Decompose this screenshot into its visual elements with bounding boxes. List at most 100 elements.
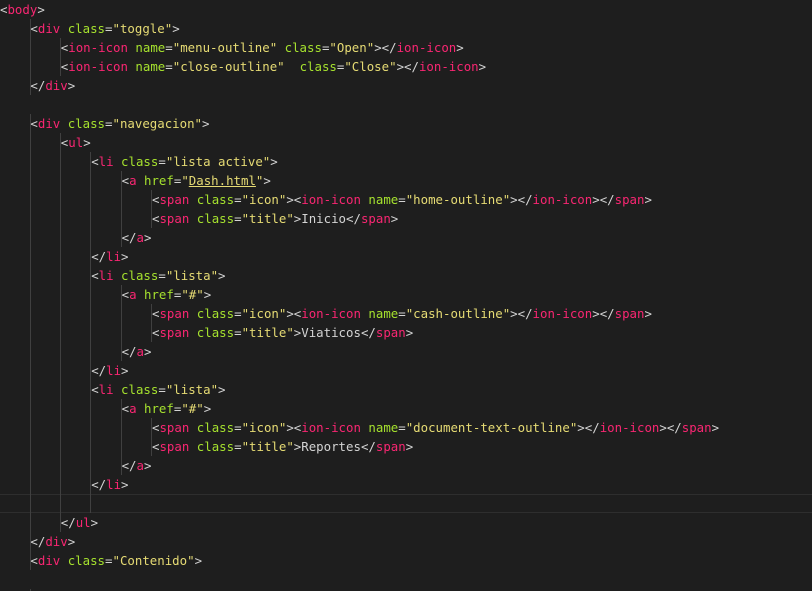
tag-name: li	[98, 154, 114, 169]
punctuation: ><	[286, 420, 302, 435]
tag-name: span	[159, 192, 190, 207]
punctuation	[189, 420, 196, 435]
punctuation: >	[263, 173, 271, 188]
indent-guide	[29, 456, 31, 475]
code-line-content: <ul>	[61, 133, 91, 152]
punctuation: =	[105, 553, 113, 568]
code-line[interactable]: </a>	[0, 228, 812, 247]
punctuation	[114, 382, 121, 397]
code-line[interactable]: <div class="Contenido">	[0, 551, 812, 570]
code-line[interactable]: <span class="title">Viaticos</span>	[0, 323, 812, 342]
code-line[interactable]: <a href="#">	[0, 399, 812, 418]
code-line[interactable]: <a href="#">	[0, 285, 812, 304]
string-value: "title"	[241, 439, 294, 454]
code-line[interactable]: <li class="lista">	[0, 266, 812, 285]
code-line[interactable]: <a href="Dash.html">	[0, 171, 812, 190]
punctuation: </	[30, 534, 46, 549]
indent-guide	[90, 494, 92, 513]
code-line[interactable]: <li class="lista active">	[0, 152, 812, 171]
punctuation	[189, 211, 196, 226]
code-line-content: <a href="Dash.html">	[122, 171, 271, 190]
indent-guide	[59, 190, 61, 209]
code-line[interactable]	[0, 494, 812, 513]
code-line[interactable]: </li>	[0, 247, 812, 266]
tag-name: div	[37, 553, 61, 568]
punctuation: <	[91, 268, 99, 283]
code-line[interactable]: <li class="lista">	[0, 380, 812, 399]
indent-guide	[120, 323, 122, 342]
string-value: "icon"	[241, 192, 287, 207]
string-value: "title"	[241, 325, 294, 340]
tag-name: span	[159, 439, 190, 454]
punctuation: <	[121, 401, 130, 416]
code-line[interactable]	[0, 570, 812, 589]
tag-name: div	[37, 21, 61, 36]
code-line[interactable]: <span class="icon"><ion-icon name="cash-…	[0, 304, 812, 323]
code-line[interactable]: <span class="icon"><ion-icon name="home-…	[0, 190, 812, 209]
indent-guide	[90, 456, 92, 475]
code-line[interactable]: </div>	[0, 76, 812, 95]
indent-guide	[29, 399, 31, 418]
code-line-content: </div>	[30, 532, 75, 551]
punctuation: =	[234, 420, 242, 435]
attribute-name: class	[67, 21, 106, 36]
code-line-content: </a>	[122, 456, 152, 475]
attribute-name: name	[135, 59, 166, 74]
indent-guide	[59, 228, 61, 247]
tag-name: ion-icon	[68, 40, 128, 55]
punctuation: >	[121, 249, 129, 264]
code-line[interactable]	[0, 95, 812, 114]
code-line[interactable]: <ion-icon name="close-outline" class="Cl…	[0, 57, 812, 76]
punctuation	[114, 154, 121, 169]
tag-name: span	[159, 325, 190, 340]
code-line-content: </a>	[122, 342, 152, 361]
indent-guide	[59, 456, 61, 475]
indent-guide	[59, 152, 61, 171]
code-line[interactable]: <span class="icon"><ion-icon name="docum…	[0, 418, 812, 437]
indent-guide	[59, 475, 61, 494]
punctuation: <	[91, 154, 99, 169]
string-value: "document-text-outline"	[405, 420, 578, 435]
indent-guide	[59, 323, 61, 342]
code-line[interactable]: <ion-icon name="menu-outline" class="Ope…	[0, 38, 812, 57]
attribute-name: class	[196, 439, 235, 454]
code-line[interactable]: <span class="title">Inicio</span>	[0, 209, 812, 228]
tag-name: ion-icon	[396, 40, 457, 55]
code-editor[interactable]: <body> <div class="toggle"> <ion-icon name…	[0, 0, 812, 591]
tag-name: ion-icon	[68, 59, 128, 74]
indent-guide	[29, 247, 31, 266]
code-line[interactable]: </li>	[0, 475, 812, 494]
code-line[interactable]: </div>	[0, 532, 812, 551]
code-line[interactable]: </li>	[0, 361, 812, 380]
code-line[interactable]: <span class="title">Reportes</span>	[0, 437, 812, 456]
code-line[interactable]: <div class="toggle">	[0, 19, 812, 38]
indent-guide	[29, 342, 31, 361]
code-line[interactable]: </a>	[0, 342, 812, 361]
code-line-content: </a>	[122, 228, 152, 247]
code-line-content: <li class="lista">	[91, 266, 225, 285]
code-line[interactable]: </a>	[0, 456, 812, 475]
indent-guide	[59, 342, 61, 361]
punctuation: =	[165, 40, 173, 55]
tag-name: span	[375, 439, 406, 454]
code-line[interactable]: <body>	[0, 0, 812, 19]
attribute-name: name	[135, 40, 166, 55]
string-value: "toggle"	[112, 21, 173, 36]
tag-name: span	[159, 420, 190, 435]
punctuation: </	[60, 515, 76, 530]
punctuation: ></	[396, 59, 419, 74]
indent-guide	[59, 304, 61, 323]
attribute-name: class	[196, 192, 235, 207]
code-line[interactable]: <ul>	[0, 133, 812, 152]
tag-name: a	[129, 401, 137, 416]
tag-name: ion-icon	[301, 192, 361, 207]
code-line[interactable]: </ul>	[0, 513, 812, 532]
code-line[interactable]: <div class="navegacion">	[0, 114, 812, 133]
tag-name: ion-icon	[301, 420, 361, 435]
string-value: "navegacion"	[112, 116, 203, 131]
punctuation: >	[90, 515, 99, 530]
attribute-name: href	[144, 287, 174, 302]
code-line-content: <span class="title">Reportes</span>	[152, 437, 413, 456]
code-area[interactable]: <body> <div class="toggle"> <ion-icon name…	[0, 0, 812, 591]
tag-name: span	[375, 325, 406, 340]
